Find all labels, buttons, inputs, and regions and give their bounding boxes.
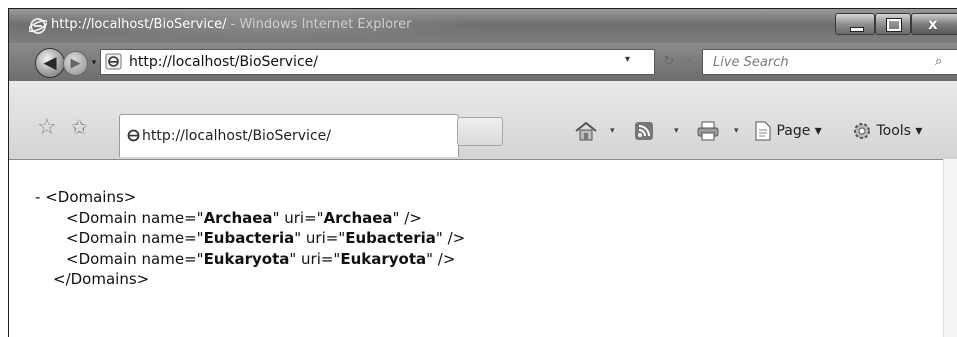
xml-view: - <Domains> <Domain name="Archaea" uri="A… bbox=[35, 187, 465, 290]
address-dropdown-icon[interactable]: ▾ bbox=[625, 54, 630, 65]
xml-domain-line: <Domain name="Archaea" uri="Archaea" /> bbox=[35, 208, 465, 229]
search-input[interactable]: Live Search ⌕ bbox=[702, 49, 957, 75]
xml-attr: " uri=" bbox=[289, 249, 341, 268]
address-url[interactable]: http://localhost/BioService/ bbox=[129, 54, 318, 70]
tab-page-icon bbox=[127, 129, 140, 142]
window-title-app: - Windows Internet Explorer bbox=[226, 17, 412, 32]
minimize-button[interactable] bbox=[835, 13, 875, 35]
recent-pages-dropdown[interactable]: ▾ bbox=[89, 57, 99, 69]
collapse-toggle[interactable]: - bbox=[35, 188, 40, 206]
page-icon bbox=[105, 53, 122, 70]
domain-name: Archaea bbox=[203, 208, 273, 227]
address-input[interactable]: http://localhost/BioService/ ▾ bbox=[100, 49, 655, 75]
search-placeholder: Live Search bbox=[713, 55, 789, 70]
content-divider bbox=[9, 159, 954, 160]
add-to-favorites-icon[interactable]: ✩ bbox=[71, 115, 88, 139]
domain-uri: Archaea bbox=[323, 208, 393, 227]
new-tab-button[interactable] bbox=[457, 117, 503, 146]
back-button[interactable]: ◀ bbox=[35, 48, 65, 78]
window-title-url: http://localhost/BioService/ bbox=[51, 17, 227, 32]
page-menu-button[interactable]: Page ▾ bbox=[754, 120, 822, 142]
forward-button[interactable]: ▶ bbox=[63, 51, 88, 76]
print-icon[interactable] bbox=[696, 120, 720, 142]
gear-icon bbox=[854, 123, 870, 139]
xml-root-open-line: - <Domains> bbox=[35, 187, 465, 208]
home-icon[interactable] bbox=[574, 120, 598, 142]
search-icon[interactable]: ⌕ bbox=[935, 54, 942, 69]
xml-domain-line: <Domain name="Eukaryota" uri="Eukaryota"… bbox=[35, 249, 465, 270]
xml-tag-end: " /> bbox=[435, 229, 466, 247]
minimize-icon bbox=[850, 27, 864, 32]
xml-root-open: <Domains> bbox=[45, 188, 137, 206]
xml-tag: <Domain name=" bbox=[66, 208, 204, 227]
browser-window: http://localhost/BioService/ - Windows I… bbox=[8, 8, 957, 337]
tools-menu-label: Tools ▾ bbox=[876, 123, 923, 139]
tab-label: http://localhost/BioService/ bbox=[142, 128, 331, 144]
tools-menu-button[interactable]: Tools ▾ bbox=[852, 120, 922, 142]
domain-name: Eubacteria bbox=[203, 229, 295, 247]
page-menu-label: Page ▾ bbox=[776, 123, 822, 139]
close-button[interactable]: x bbox=[911, 13, 957, 35]
maximize-button[interactable] bbox=[875, 13, 911, 35]
page-content: - <Domains> <Domain name="Archaea" uri="A… bbox=[9, 159, 954, 337]
xml-root-close: </Domains> bbox=[53, 270, 150, 288]
favorites-center-icon[interactable]: ☆ bbox=[37, 115, 57, 140]
refresh-button[interactable]: ↻ bbox=[658, 53, 680, 71]
domain-uri: Eukaryota bbox=[340, 249, 427, 268]
xml-attr: " uri=" bbox=[272, 208, 324, 227]
xml-tag-end: " /> bbox=[426, 249, 456, 268]
xml-attr: " uri=" bbox=[294, 229, 346, 247]
xml-tag: <Domain name=" bbox=[66, 229, 204, 247]
close-icon: x bbox=[928, 15, 938, 33]
print-dropdown-icon[interactable]: ▾ bbox=[734, 120, 739, 142]
feeds-dropdown-icon[interactable]: ▾ bbox=[674, 120, 679, 142]
feeds-icon[interactable] bbox=[634, 120, 654, 142]
maximize-icon bbox=[886, 18, 902, 32]
domain-uri: Eubacteria bbox=[345, 229, 436, 247]
page-menu-icon bbox=[755, 121, 771, 141]
tab-active[interactable]: http://localhost/BioService/ bbox=[119, 114, 459, 157]
ie-logo-icon bbox=[29, 18, 47, 34]
window-title: http://localhost/BioService/ - Windows I… bbox=[51, 17, 411, 32]
domain-name: Eukaryota bbox=[203, 249, 290, 268]
stop-button[interactable]: ✕ bbox=[680, 53, 700, 71]
vertical-scrollbar[interactable] bbox=[943, 159, 957, 337]
home-dropdown-icon[interactable]: ▾ bbox=[610, 120, 615, 142]
back-arrow-icon: ◀ bbox=[43, 53, 57, 73]
xml-domain-line: <Domain name="Eubacteria" uri="Eubacteri… bbox=[35, 228, 465, 249]
forward-arrow-icon: ▶ bbox=[70, 56, 81, 71]
title-bar: http://localhost/BioService/ - Windows I… bbox=[9, 9, 957, 43]
xml-tag-end: " /> bbox=[392, 208, 422, 227]
xml-tag: <Domain name=" bbox=[66, 249, 204, 268]
